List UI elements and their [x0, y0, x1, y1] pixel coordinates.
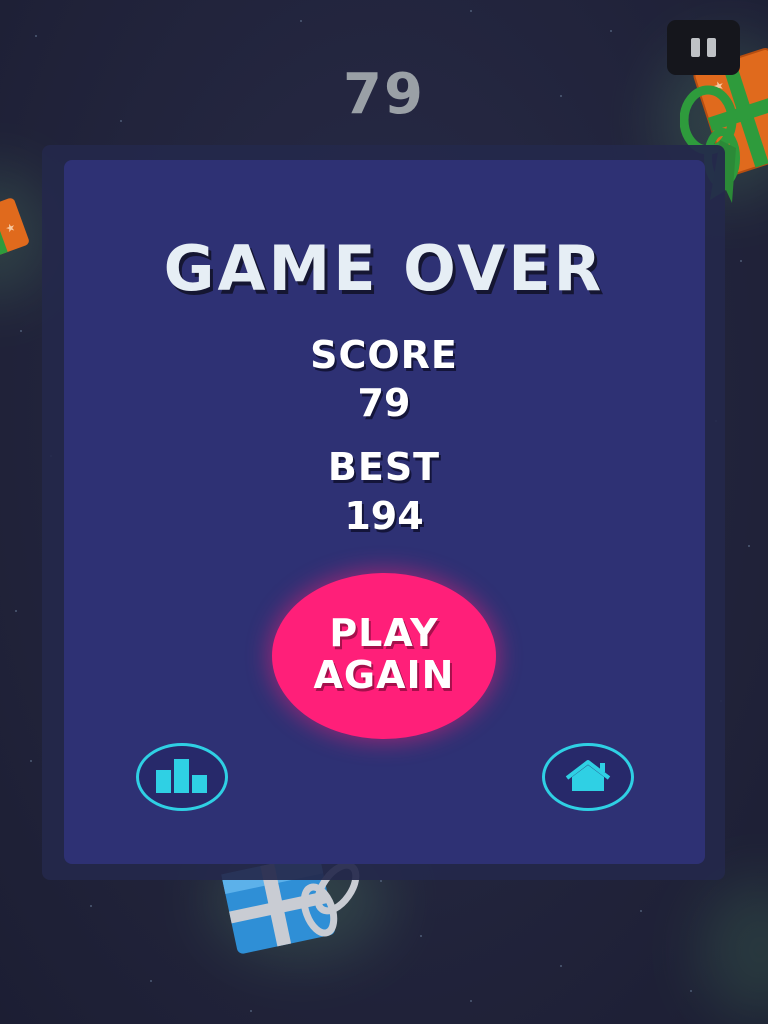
home-icon [565, 760, 611, 791]
home-button[interactable] [542, 743, 634, 811]
game-screen: ★ ★ ★ 79 GAME OVER [0, 0, 768, 1024]
hud-score: 79 [343, 62, 425, 127]
score-label: SCORE [310, 333, 458, 377]
gift-glow-bottom-right [700, 880, 768, 1020]
leaderboard-icon [156, 759, 207, 793]
play-again-label-line2: AGAIN [313, 653, 455, 697]
best-value: 194 [344, 494, 424, 538]
play-again-button[interactable]: PLAY AGAIN [272, 573, 496, 739]
play-again-label-line1: PLAY [329, 611, 439, 655]
pause-button[interactable] [667, 20, 740, 75]
best-label: BEST [327, 445, 441, 489]
score-value: 79 [357, 381, 411, 425]
leaderboard-button[interactable] [136, 743, 228, 811]
game-over-title: GAME OVER [163, 232, 605, 305]
